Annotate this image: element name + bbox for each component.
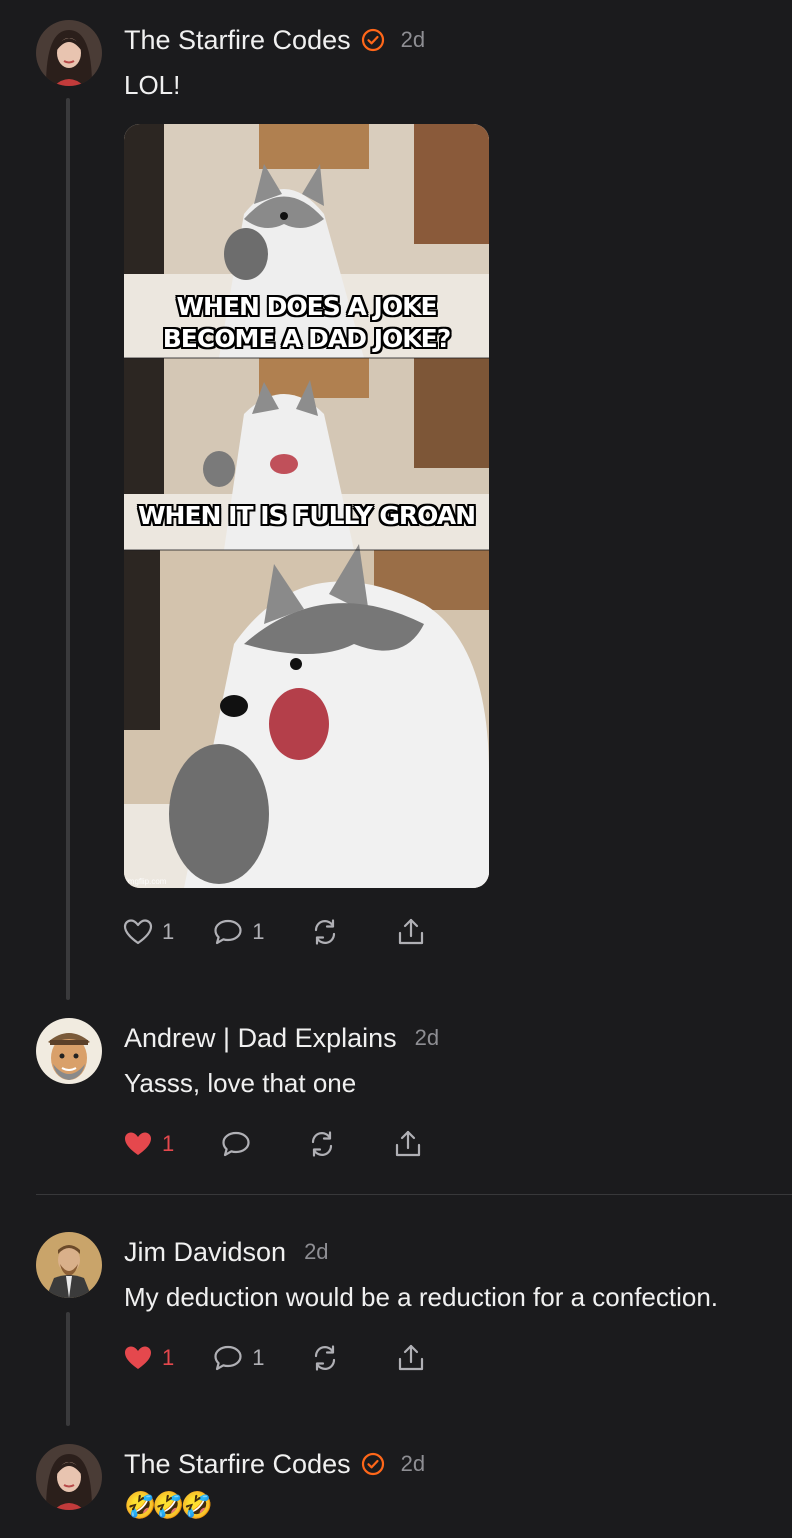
share-button[interactable] (395, 916, 427, 948)
comment-count: 1 (252, 919, 265, 944)
like-button[interactable]: 1 (122, 1128, 174, 1160)
comment-image[interactable]: WHEN DOES A JOKE BECOME A DAD JOKE? WHEN… (124, 124, 489, 888)
reply-button[interactable]: 1 (212, 916, 265, 948)
comment-thread: The Starfire Codes 2d LOL! WHEN DOES A J… (0, 0, 792, 1538)
timestamp[interactable]: 2d (401, 27, 425, 53)
author-name[interactable]: The Starfire Codes (124, 25, 351, 56)
comment-header: Jim Davidson 2d (124, 1234, 329, 1270)
thread-line (66, 98, 70, 1000)
share-icon (396, 1130, 421, 1157)
like-count: 1 (162, 1345, 175, 1370)
comment-body: Yasss, love that one (124, 1068, 357, 1098)
author-name[interactable]: Jim Davidson (124, 1237, 286, 1268)
restack-icon (314, 1345, 335, 1371)
meme-caption-top-line1: WHEN DOES A JOKE (176, 292, 437, 321)
avatar[interactable] (36, 1444, 102, 1510)
divider (36, 1194, 792, 1195)
verified-badge-icon (361, 28, 385, 52)
avatar[interactable] (36, 20, 102, 86)
share-icon (398, 918, 423, 945)
like-count: 1 (162, 1131, 175, 1156)
heart-filled-icon (125, 1132, 151, 1155)
author-name[interactable]: Andrew | Dad Explains (124, 1023, 397, 1054)
avatar[interactable] (36, 1018, 102, 1084)
share-button[interactable] (392, 1128, 424, 1160)
share-button[interactable] (395, 1342, 427, 1374)
image-watermark: imgflip.com (126, 877, 167, 886)
author-name[interactable]: The Starfire Codes (124, 1449, 351, 1480)
comment-count: 1 (252, 1345, 265, 1370)
restack-button[interactable] (309, 1342, 341, 1374)
share-icon (398, 1344, 423, 1371)
comment-bubble-icon (214, 919, 242, 945)
verified-badge-icon (361, 1452, 385, 1476)
comment-header: Andrew | Dad Explains 2d (124, 1020, 439, 1056)
restack-icon (314, 919, 335, 945)
comment-body: LOL! (124, 70, 181, 100)
like-button[interactable]: 1 (122, 1342, 174, 1374)
timestamp[interactable]: 2d (304, 1239, 328, 1265)
restack-icon (312, 1131, 333, 1157)
like-count: 1 (162, 919, 175, 944)
reply-button[interactable] (220, 1128, 270, 1160)
thread-line (66, 1312, 70, 1426)
like-button[interactable]: 1 (122, 916, 174, 948)
comment-bubble-icon (222, 1131, 250, 1157)
comment-body: 🤣🤣🤣 (124, 1490, 213, 1520)
timestamp[interactable]: 2d (415, 1025, 439, 1051)
comment-actions: 1 1 (122, 1341, 427, 1375)
comment-actions: 1 1 (122, 915, 427, 949)
comment-body: My deduction would be a reduction for a … (124, 1282, 719, 1312)
heart-filled-icon (125, 1346, 151, 1369)
meme-caption-top-line2: BECOME A DAD JOKE? (162, 324, 452, 353)
meme-caption-bottom: WHEN IT IS FULLY GROAN (137, 501, 476, 530)
comment-actions: 1 (122, 1127, 424, 1161)
comment-bubble-icon (214, 1345, 242, 1371)
heart-outline-icon (123, 919, 153, 945)
comment-header: The Starfire Codes 2d (124, 1446, 425, 1482)
restack-button[interactable] (306, 1128, 338, 1160)
comment-header: The Starfire Codes 2d (124, 22, 425, 58)
timestamp[interactable]: 2d (401, 1451, 425, 1477)
reply-button[interactable]: 1 (212, 1342, 265, 1374)
restack-button[interactable] (309, 916, 341, 948)
avatar[interactable] (36, 1232, 102, 1298)
